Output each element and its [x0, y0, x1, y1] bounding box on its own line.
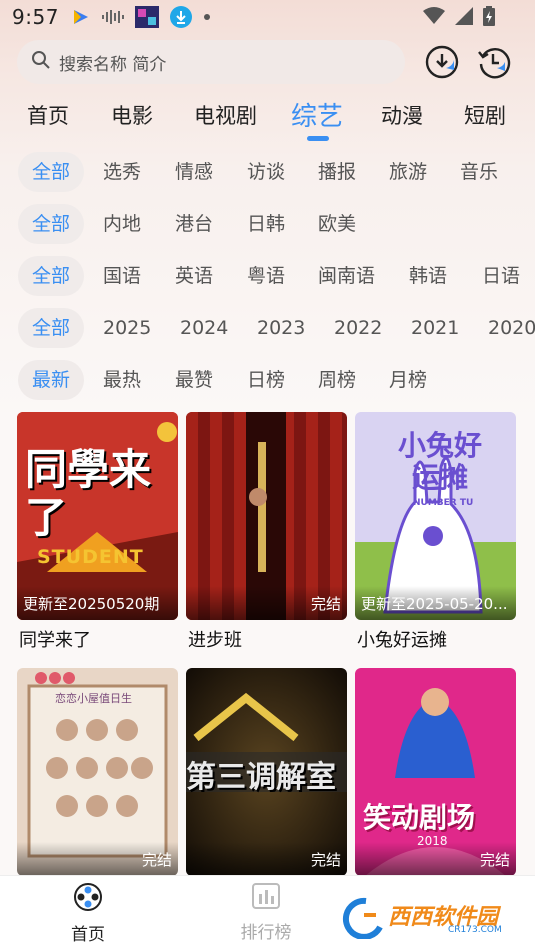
filter-year-row: 全部 2025 2024 2023 2022 2021 2020	[0, 308, 535, 348]
nav-home-label: 首页	[71, 925, 105, 945]
search-input[interactable]: 搜索名称 简介	[17, 40, 405, 84]
rank-icon	[251, 883, 281, 914]
watermark-logo: 西西软件园 CR173.COM	[336, 893, 516, 939]
filter-chip[interactable]: 2025	[103, 308, 151, 348]
status-time: 9:57	[12, 5, 59, 29]
filter-sort-row: 最新 最热 最赞 日榜 周榜 月榜	[0, 360, 535, 400]
filter-chip[interactable]: 韩语	[409, 256, 447, 296]
status-badge: 完结	[186, 842, 347, 876]
filter-chip[interactable]: 播报	[318, 152, 356, 192]
status-badge: 完结	[355, 842, 516, 876]
poster-title-art: 小兔好运摊	[397, 429, 482, 494]
filter-genre-row: 全部 选秀 情感 访谈 播报 旅游 音乐	[0, 152, 535, 192]
app-store-icon	[71, 7, 91, 27]
download-manager-icon[interactable]	[424, 44, 460, 80]
status-badge: 完结	[186, 586, 347, 620]
history-icon[interactable]	[475, 44, 511, 80]
filter-chip[interactable]: 全部	[18, 308, 85, 348]
poster-image: 小兔好运摊 NUMBER TU 更新至2025-05-20...	[355, 412, 516, 620]
poster-title-art: 同學来了	[25, 445, 152, 542]
filter-chip[interactable]: 日韩	[247, 204, 285, 244]
home-reel-icon	[73, 883, 103, 916]
filter-chip[interactable]: 音乐	[460, 152, 498, 192]
filter-chip[interactable]: 2024	[180, 308, 228, 348]
tab-anime[interactable]: 动漫	[381, 100, 423, 130]
filter-region-row: 全部 内地 港台 日韩 欧美	[0, 204, 535, 244]
tab-short[interactable]: 短剧	[464, 100, 506, 130]
filter-chip[interactable]: 日语	[482, 256, 520, 296]
filter-chip[interactable]: 粤语	[247, 256, 285, 296]
signal-icon	[455, 7, 473, 29]
filter-chip[interactable]: 欧美	[318, 204, 356, 244]
filter-chip[interactable]: 全部	[18, 256, 85, 296]
search-placeholder: 搜索名称 简介	[59, 54, 167, 75]
nav-rank-label: 排行榜	[240, 923, 292, 943]
filter-chip[interactable]: 情感	[175, 152, 213, 192]
filter-chip[interactable]: 最赞	[175, 360, 213, 400]
search-icon	[31, 50, 51, 74]
filter-chip[interactable]: 旅游	[389, 152, 427, 192]
filter-chip[interactable]: 选秀	[103, 152, 141, 192]
filter-chip[interactable]: 周榜	[318, 360, 356, 400]
card-title: 同学来了	[19, 630, 91, 651]
filter-chip[interactable]: 全部	[18, 204, 85, 244]
poster-image: 恋恋小屋值日生 完结	[17, 668, 178, 876]
app-thumbnail-icon	[134, 6, 159, 28]
poster-title-art: 笑动剧场	[363, 801, 476, 834]
tab-variety[interactable]: 综艺	[291, 96, 343, 133]
category-tabs: 首页 电影 电视剧 综艺 动漫 短剧	[0, 92, 535, 144]
filter-chip[interactable]: 全部	[18, 152, 85, 192]
active-tab-indicator	[307, 136, 329, 141]
filter-chip[interactable]: 国语	[103, 256, 141, 296]
tab-movie[interactable]: 电影	[111, 100, 153, 130]
filter-chip[interactable]: 2023	[257, 308, 305, 348]
status-bar: 9:57	[0, 0, 535, 34]
download-icon	[169, 5, 193, 29]
card-title: 小兔好运摊	[357, 630, 447, 651]
audio-wave-icon	[101, 8, 125, 26]
filter-chip[interactable]: 2020	[488, 308, 535, 348]
filter-chip[interactable]: 最热	[103, 360, 141, 400]
filter-chip[interactable]: 访谈	[247, 152, 285, 192]
filter-chip[interactable]: 内地	[103, 204, 141, 244]
nav-home[interactable]: 首页	[28, 882, 148, 945]
tab-home[interactable]: 首页	[27, 100, 69, 130]
poster-title-art: 第三调解室	[186, 760, 336, 795]
status-badge: 完结	[17, 842, 178, 876]
dot-icon	[203, 13, 211, 21]
filter-chip[interactable]: 月榜	[389, 360, 427, 400]
tab-tv[interactable]: 电视剧	[194, 100, 257, 130]
status-indicators	[423, 6, 495, 30]
wifi-icon	[423, 7, 445, 29]
poster-image: 笑动剧场 2018 完结	[355, 668, 516, 876]
search-row: 搜索名称 简介	[17, 40, 517, 84]
poster-image: 完结	[186, 412, 347, 620]
update-badge: 更新至20250520期	[17, 586, 178, 620]
poster-sub-art: NUMBER TU	[413, 498, 474, 508]
watermark-sub: CR173.COM	[448, 925, 502, 935]
card-title: 进步班	[188, 630, 242, 651]
filter-chip[interactable]: 港台	[175, 204, 213, 244]
filter-chip[interactable]: 最新	[18, 360, 85, 400]
poster-sub-art: STUDENT	[37, 546, 144, 568]
filter-chip[interactable]: 2022	[334, 308, 382, 348]
update-badge: 更新至2025-05-20...	[355, 586, 516, 620]
filter-chip[interactable]: 日榜	[247, 360, 285, 400]
battery-icon	[483, 6, 495, 30]
filter-chip[interactable]: 闽南语	[318, 256, 375, 296]
nav-rank[interactable]: 排行榜	[206, 882, 326, 943]
poster-image: 同學来了 STUDENT 更新至20250520期	[17, 412, 178, 620]
filter-chip[interactable]: 2021	[411, 308, 459, 348]
poster-image: 第三调解室 完结	[186, 668, 347, 876]
poster-title-art: 恋恋小屋值日生	[55, 692, 132, 705]
filter-chip[interactable]: 英语	[175, 256, 213, 296]
filter-language-row: 全部 国语 英语 粤语 闽南语 韩语 日语	[0, 256, 535, 296]
